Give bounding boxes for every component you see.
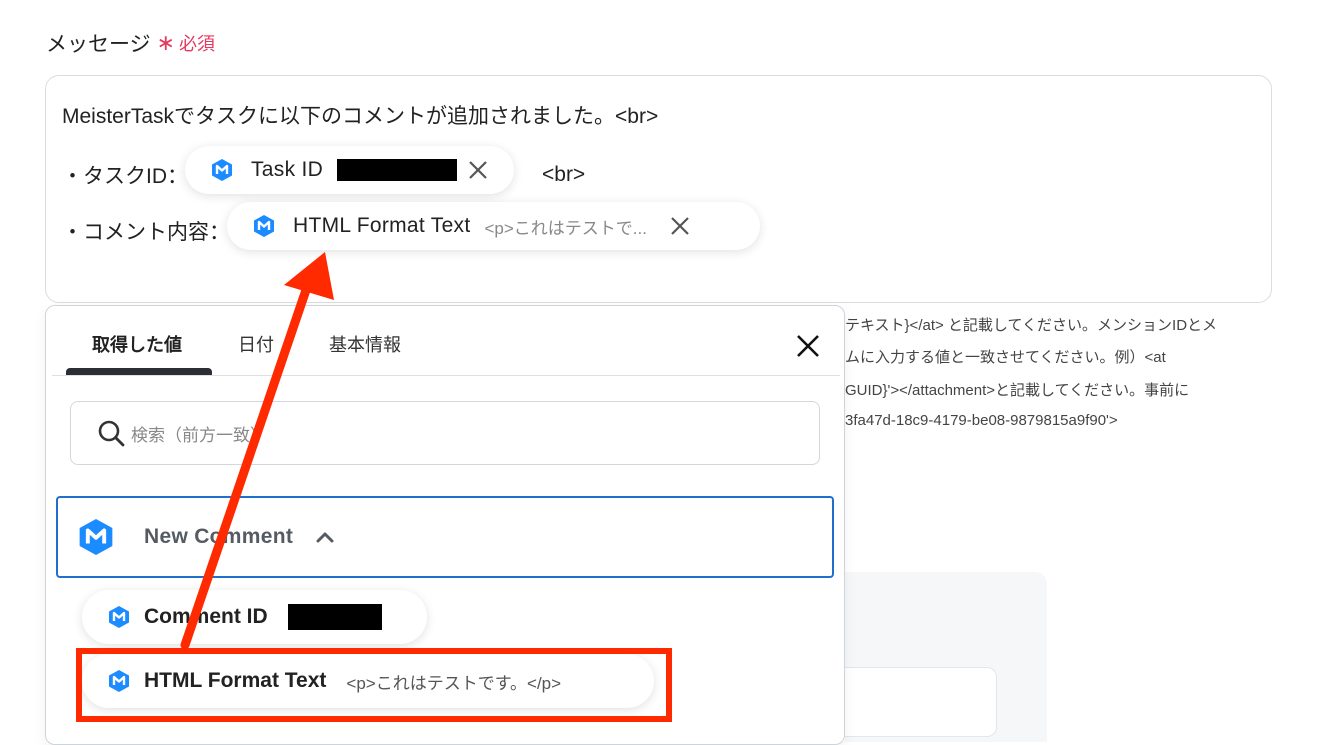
meistertask-icon [253, 214, 275, 238]
tab-divider [52, 375, 840, 376]
annotation-highlight-box [76, 648, 672, 722]
list-item-comment-id[interactable]: Comment ID [82, 590, 427, 644]
close-icon[interactable] [794, 332, 822, 360]
required-text: 必須 [179, 34, 216, 54]
chevron-up-icon [315, 530, 335, 544]
editor-line-1: MeisterTaskでタスクに以下のコメントが追加されました。<br> [62, 105, 659, 128]
help-text-line: テキスト}</at> と記載してください。メンションIDとメ [845, 317, 1218, 334]
field-label: メッセージ ∗ 必須 [46, 28, 215, 58]
html-token-label: HTML Format Text [293, 214, 471, 237]
meistertask-icon [78, 517, 114, 557]
tab-retrieved-values[interactable]: 取得した値 [92, 331, 182, 357]
required-indicator: ∗ 必須 [157, 30, 215, 56]
line2-br: <br> [542, 163, 586, 186]
new-comment-group[interactable]: New Comment [56, 496, 834, 578]
meistertask-icon [108, 605, 130, 629]
html-token-sample: <p>これはテストで... [484, 218, 647, 238]
task-id-token[interactable]: Task ID [185, 146, 514, 194]
search-input[interactable]: 検索（前方一致） [70, 401, 820, 465]
redacted-value [287, 604, 382, 630]
editor-line-3: ・コメント内容： [62, 216, 230, 246]
task-id-prefix: ・タスクID： [62, 165, 188, 188]
required-star: ∗ [156, 30, 176, 55]
panel-tabs: 取得した値 日付 基本情報 [46, 306, 844, 376]
tab-basic-info[interactable]: 基本情報 [329, 331, 401, 357]
help-text-line: 3fa47d-18c9-4179-be08-9879815a9f90'> [845, 412, 1118, 429]
background-input [845, 667, 997, 737]
help-text-line: GUID}'></attachment>と記載してください。事前に [845, 382, 1190, 399]
remove-token-icon[interactable] [467, 159, 489, 181]
field-label-text: メッセージ [46, 33, 151, 56]
group-name: New Comment [144, 525, 294, 548]
message-editor[interactable]: MeisterTaskでタスクに以下のコメントが追加されました。<br> ・タス… [45, 75, 1272, 303]
meistertask-icon [211, 158, 233, 182]
search-placeholder: 検索（前方一致） [131, 425, 267, 445]
help-text-line: ムに入力する値と一致させてください。例）<at [845, 349, 1166, 366]
remove-token-icon[interactable] [669, 215, 691, 237]
active-tab-indicator [66, 368, 212, 375]
redacted-value [337, 159, 458, 181]
tab-date[interactable]: 日付 [238, 331, 274, 357]
comment-prefix: ・コメント内容： [62, 221, 230, 244]
search-icon [97, 419, 125, 447]
html-format-token[interactable]: HTML Format Text <p>これはテストで... [227, 202, 760, 250]
task-id-token-label: Task ID [251, 158, 324, 181]
item-name: Comment ID [144, 605, 268, 628]
